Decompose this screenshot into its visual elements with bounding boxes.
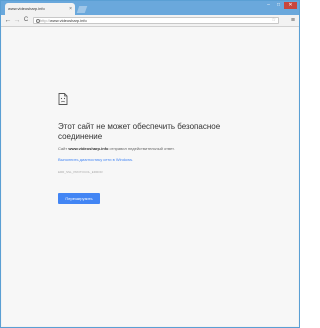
new-tab-button[interactable] xyxy=(76,6,88,13)
url-host: www.videosharp.info xyxy=(50,18,87,23)
page-info-icon[interactable] xyxy=(36,19,40,23)
error-title: Этот сайт не может обеспечить безопасное… xyxy=(58,122,221,141)
tab-strip: www.videosharp.info × – □ ✕ xyxy=(1,1,299,15)
error-code: ERR_SSL_PROTOCOL_ERROR xyxy=(58,170,103,174)
tab-close-icon[interactable]: × xyxy=(69,3,72,15)
menu-icon[interactable]: ≡ xyxy=(291,16,295,25)
error-desc-host: www.videosharp.info xyxy=(68,146,109,151)
minimize-button[interactable]: – xyxy=(264,2,273,9)
tab-active[interactable]: www.videosharp.info × xyxy=(5,3,75,15)
maximize-button[interactable]: □ xyxy=(274,2,283,9)
close-window-button[interactable]: ✕ xyxy=(284,2,297,9)
address-bar[interactable]: http://www.videosharp.info ☆ xyxy=(33,17,279,24)
sad-page-icon xyxy=(58,93,68,105)
bookmark-star-icon[interactable]: ☆ xyxy=(272,18,276,23)
browser-window: www.videosharp.info × – □ ✕ ← → C http:/… xyxy=(0,0,300,328)
error-desc-prefix: Сайт xyxy=(58,146,69,151)
browser-toolbar: ← → C http://www.videosharp.info ☆ ≡ xyxy=(1,15,299,27)
url-scheme: http:// xyxy=(40,18,51,23)
back-button[interactable]: ← xyxy=(4,16,12,25)
error-description: Сайт www.videosharp.info отправил недейс… xyxy=(58,146,278,151)
forward-button[interactable]: → xyxy=(13,16,21,25)
network-diagnostics-link[interactable]: Выполнить диагностику сети в Windows. xyxy=(58,157,133,162)
window-controls: – □ ✕ xyxy=(264,2,297,9)
tab-title: www.videosharp.info xyxy=(8,6,45,11)
page-content: Этот сайт не может обеспечить безопасное… xyxy=(2,27,298,326)
reload-button[interactable]: Перезагрузить xyxy=(58,193,100,204)
error-desc-suffix: отправил недействительный ответ. xyxy=(108,146,175,151)
reload-page-button[interactable]: C xyxy=(22,16,30,25)
